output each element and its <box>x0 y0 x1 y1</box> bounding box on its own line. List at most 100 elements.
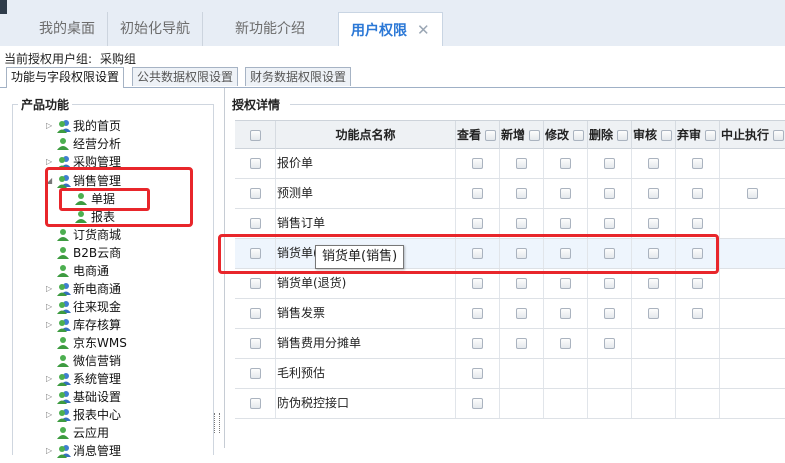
perm-audit-checkbox[interactable] <box>648 188 659 199</box>
row-select-checkbox[interactable] <box>249 218 261 229</box>
table-row[interactable]: 销售费用分摊单 <box>235 329 785 359</box>
user-group-icon <box>56 372 72 386</box>
tree-item-system[interactable]: ▷ 系统管理 <box>46 370 200 388</box>
row-select-checkbox[interactable] <box>249 308 261 319</box>
perm-abandon-checkbox[interactable] <box>692 218 703 229</box>
col-add-checkbox[interactable] <box>529 130 541 141</box>
tree-item-b2b[interactable]: B2B云商 <box>46 244 200 262</box>
tree-item-wechat[interactable]: 微信营销 <box>46 352 200 370</box>
col-view-checkbox[interactable] <box>485 130 497 141</box>
perm-edit-checkbox[interactable] <box>560 308 571 319</box>
perm-view-checkbox[interactable] <box>472 368 483 379</box>
expand-arrow-icon[interactable]: ▷ <box>46 117 56 135</box>
perm-edit-checkbox[interactable] <box>560 218 571 229</box>
tab-user-permissions[interactable]: 用户权限 ✕ <box>338 12 443 46</box>
perm-view-checkbox[interactable] <box>472 188 483 199</box>
row-select-checkbox[interactable] <box>249 188 261 199</box>
table-row[interactable]: 报价单 <box>235 149 785 179</box>
perm-abandon-checkbox[interactable] <box>692 188 703 199</box>
tab-my-desktop[interactable]: 我的桌面 <box>27 12 108 46</box>
perm-add-checkbox[interactable] <box>516 158 527 169</box>
subtab-finance-data[interactable]: 财务数据权限设置 <box>245 67 352 86</box>
expand-arrow-icon[interactable]: ▷ <box>46 370 56 388</box>
tree-item-report-center[interactable]: ▷ 报表中心 <box>46 406 200 424</box>
row-select-checkbox[interactable] <box>249 278 261 289</box>
col-abandon-checkbox[interactable] <box>705 130 717 141</box>
perm-delete-checkbox[interactable] <box>604 278 615 289</box>
row-select-cell <box>235 329 276 358</box>
col-stop-checkbox[interactable] <box>773 130 785 141</box>
perm-view-checkbox[interactable] <box>472 158 483 169</box>
tree-item-home[interactable]: ▷ 我的首页 <box>46 117 200 135</box>
perm-delete-checkbox[interactable] <box>604 218 615 229</box>
perm-delete-checkbox[interactable] <box>604 308 615 319</box>
perm-add-checkbox[interactable] <box>516 218 527 229</box>
expand-arrow-icon[interactable]: ▷ <box>46 388 56 406</box>
perm-view-checkbox[interactable] <box>472 308 483 319</box>
tree-item-label: 新电商通 <box>73 282 122 296</box>
row-select-checkbox[interactable] <box>249 368 261 379</box>
subtab-public-data[interactable]: 公共数据权限设置 <box>132 67 239 86</box>
perm-stop-checkbox[interactable] <box>747 188 758 199</box>
table-row[interactable]: 预测单 <box>235 179 785 209</box>
perm-view-checkbox[interactable] <box>472 278 483 289</box>
table-row[interactable]: 防伪税控接口 <box>235 389 785 419</box>
perm-edit-checkbox[interactable] <box>560 278 571 289</box>
perm-view-checkbox[interactable] <box>472 218 483 229</box>
perm-audit-checkbox[interactable] <box>648 218 659 229</box>
perm-view-checkbox[interactable] <box>472 338 483 349</box>
tree-item-message[interactable]: ▷ 消息管理 <box>46 442 200 460</box>
perm-cell-edit <box>544 179 588 208</box>
perm-delete-checkbox[interactable] <box>604 188 615 199</box>
expand-arrow-icon[interactable]: ▷ <box>46 316 56 334</box>
expand-arrow-icon[interactable]: ▷ <box>46 298 56 316</box>
tree-item-cash[interactable]: ▷ 往来现金 <box>46 298 200 316</box>
perm-add-checkbox[interactable] <box>516 308 527 319</box>
perm-abandon-checkbox[interactable] <box>692 278 703 289</box>
tree-item-new-ecommerce[interactable]: ▷ 新电商通 <box>46 280 200 298</box>
row-select-checkbox[interactable] <box>249 158 261 169</box>
tree-item-inventory[interactable]: ▷ 库存核算 <box>46 316 200 334</box>
row-select-checkbox[interactable] <box>249 398 261 409</box>
perm-view-checkbox[interactable] <box>472 398 483 409</box>
expand-arrow-icon[interactable]: ▷ <box>46 442 56 460</box>
perm-abandon-checkbox[interactable] <box>692 308 703 319</box>
col-audit-checkbox[interactable] <box>661 130 673 141</box>
select-all-checkbox[interactable] <box>249 130 261 141</box>
expand-arrow-icon[interactable]: ▷ <box>46 280 56 298</box>
row-select-checkbox[interactable] <box>249 338 261 349</box>
tree-item-jd-wms[interactable]: 京东WMS <box>46 334 200 352</box>
perm-edit-checkbox[interactable] <box>560 158 571 169</box>
user-group-icon <box>56 390 72 404</box>
perm-cell-abandon <box>676 389 720 418</box>
perm-audit-checkbox[interactable] <box>648 158 659 169</box>
splitter-handle[interactable] <box>214 413 220 433</box>
table-row[interactable]: 销售发票 <box>235 299 785 329</box>
perm-delete-checkbox[interactable] <box>604 158 615 169</box>
tree-item-cloud[interactable]: 云应用 <box>46 424 200 442</box>
tree-item-basic[interactable]: ▷ 基础设置 <box>46 388 200 406</box>
col-delete-label: 删除 <box>589 128 614 142</box>
tree-item-order-mall[interactable]: 订货商城 <box>46 226 200 244</box>
perm-add-checkbox[interactable] <box>516 278 527 289</box>
perm-edit-checkbox[interactable] <box>560 338 571 349</box>
perm-add-checkbox[interactable] <box>516 188 527 199</box>
perm-edit-checkbox[interactable] <box>560 188 571 199</box>
perm-add-checkbox[interactable] <box>516 338 527 349</box>
perm-cell-delete <box>588 179 632 208</box>
tab-new-features[interactable]: 新功能介绍 <box>223 12 317 46</box>
close-icon[interactable]: ✕ <box>417 21 430 39</box>
col-delete-checkbox[interactable] <box>617 130 629 141</box>
perm-abandon-checkbox[interactable] <box>692 158 703 169</box>
subtab-function-field[interactable]: 功能与字段权限设置 <box>6 67 125 88</box>
expand-arrow-icon[interactable]: ▷ <box>46 406 56 424</box>
tab-init-guide[interactable]: 初始化导航 <box>108 12 203 46</box>
col-header-audit: 审核 <box>632 121 676 149</box>
perm-audit-checkbox[interactable] <box>648 308 659 319</box>
tree-item-analysis[interactable]: 经营分析 <box>46 135 200 153</box>
perm-delete-checkbox[interactable] <box>604 338 615 349</box>
perm-audit-checkbox[interactable] <box>648 278 659 289</box>
col-edit-checkbox[interactable] <box>573 130 585 141</box>
table-row[interactable]: 毛利预估 <box>235 359 785 389</box>
tree-item-ecommerce[interactable]: 电商通 <box>46 262 200 280</box>
